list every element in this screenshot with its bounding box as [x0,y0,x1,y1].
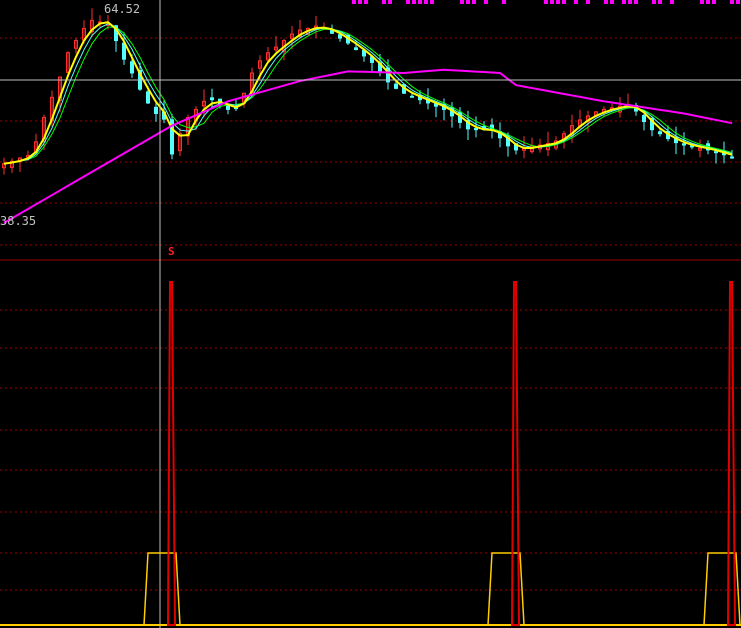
signal-dot [544,0,548,4]
candle-down [154,106,158,114]
candle-down [210,97,214,101]
signal-dot [706,0,710,4]
signal-dot [358,0,362,4]
ma-line-cyan [3,23,733,165]
signal-dot [562,0,566,4]
signal-dot [418,0,422,4]
candle-down [146,91,150,104]
candle-down [354,47,358,50]
candle-down [682,143,686,146]
candle-down [642,115,646,123]
signal-dot [634,0,638,4]
candle-down [338,34,342,39]
signal-dot [430,0,434,4]
signal-dot [622,0,626,4]
signal-dot [736,0,740,4]
signal-dot [610,0,614,4]
signal-dot [730,0,734,4]
candle-down [410,95,414,98]
signal-dot [364,0,368,4]
signal-dot [466,0,470,4]
candle-down [714,151,718,154]
price-high-label: 64.52 [104,2,141,16]
signal-dot [628,0,632,4]
candle-down [130,61,134,74]
signal-marker: S [168,245,175,258]
ma-line-green [3,26,733,165]
signal-dot [502,0,506,4]
signal-dot [550,0,554,4]
candle-down [658,131,662,135]
ma-line-yellow [3,21,733,165]
candle-down [330,30,334,34]
signal-dot [412,0,416,4]
signal-dot [586,0,590,4]
candle-down [730,156,734,159]
signal-dot [472,0,476,4]
candle-down [474,127,478,131]
signal-dot [652,0,656,4]
signal-dot [352,0,356,4]
signal-dot [382,0,386,4]
chart-canvas[interactable] [0,0,741,628]
signal-dot [712,0,716,4]
indicator-spike [510,281,521,626]
price-low-label: 38.35 [0,214,37,228]
signal-dot [484,0,488,4]
signal-dot [388,0,392,4]
signal-dot [460,0,464,4]
indicator-spike [726,281,737,626]
ma-line-long [3,68,733,224]
signal-dot [700,0,704,4]
signal-dot [574,0,578,4]
signal-dot [406,0,410,4]
signal-dot [604,0,608,4]
candle-down [394,83,398,89]
stock-chart[interactable]: 64.52 38.35 S [0,0,741,628]
indicator-spike [166,281,177,626]
signal-dot [658,0,662,4]
candle-down [226,105,230,110]
signal-dot [670,0,674,4]
signal-dot [424,0,428,4]
signal-dot [556,0,560,4]
